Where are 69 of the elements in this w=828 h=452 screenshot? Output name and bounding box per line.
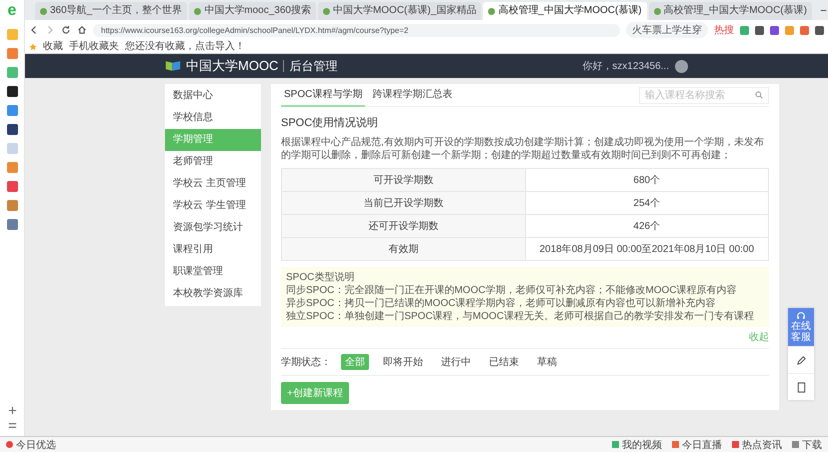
- address-field[interactable]: https://www.icourse163.org/collegeAdmin/schoolPanel/LYDX.htm#/agm/course?type=2: [93, 24, 620, 36]
- page-icon: [322, 8, 330, 14]
- sidebar-app-icon[interactable]: [6, 124, 18, 135]
- sidebar-item[interactable]: 学校云 学生管理: [165, 195, 261, 217]
- home-icon[interactable]: [77, 25, 87, 35]
- site-logo-text[interactable]: 中国大学MOOC: [186, 57, 278, 75]
- sidebar-item[interactable]: 学校信息: [165, 107, 261, 129]
- add-icon[interactable]: [8, 406, 16, 415]
- import-hint[interactable]: 您还没有收藏，点击导入！: [125, 40, 245, 52]
- status-link[interactable]: 热点资讯: [732, 438, 782, 452]
- sidebar-item[interactable]: 数据中心: [165, 85, 261, 107]
- table-cell-text: 2018年08月09日 00:00至2021年08月10日 00:00: [538, 243, 756, 257]
- user-greeting[interactable]: 你好，szx123456...: [582, 59, 669, 73]
- sidebar-item[interactable]: 学校云 主页管理: [165, 173, 261, 195]
- page-icon: [194, 8, 202, 14]
- bookmarks-link[interactable]: 收藏: [43, 40, 63, 52]
- browser-tab[interactable]: 高校管理_中国大学MOOC(慕课): [648, 2, 812, 20]
- table-cell: 还可开设学期数: [282, 215, 526, 237]
- table-cell-text: 426个: [632, 220, 662, 234]
- search-icon[interactable]: [755, 91, 763, 99]
- status-link[interactable]: 下载: [792, 438, 822, 452]
- notice-text: 独立SPOC：单独创建一门SPOC课程，与MOOC课程无关。老师可根据自己的教学安排发布一门专有课程: [286, 310, 755, 323]
- table-cell-text: 254个: [632, 197, 662, 211]
- status-link[interactable]: 我的视频: [612, 438, 662, 452]
- search-field[interactable]: 火车票上学生穿: [626, 22, 708, 38]
- admin-title: 后台管理: [289, 58, 338, 74]
- hot-search-link[interactable]: 热搜: [714, 23, 734, 37]
- status-link[interactable]: 今日直播: [672, 438, 722, 452]
- browser-tab[interactable]: 高校管理_中国大学MOOC(慕课): [483, 2, 647, 20]
- table-cell: 有效期: [282, 238, 526, 260]
- notice-text: 同步SPOC：完全跟随一门正在开课的MOOC学期，老师仅可补充内容；不能修改MOOC课程原有内容: [286, 284, 738, 297]
- page-icon: [40, 8, 47, 14]
- table-cell: 可开设学期数: [282, 169, 526, 191]
- daily-picks-link[interactable]: 今日优选: [6, 438, 56, 452]
- filter-option[interactable]: 已结束: [485, 354, 523, 370]
- mobile-bookmarks-link[interactable]: 手机收藏夹: [69, 40, 119, 52]
- menu-icon[interactable]: [8, 421, 16, 430]
- browser-tab[interactable]: 中国大学mooc_360搜索: [189, 2, 316, 20]
- filter-option[interactable]: 进行中: [437, 354, 475, 370]
- sidebar-item[interactable]: 职课堂管理: [165, 261, 261, 283]
- sidebar-item[interactable]: 资源包学习统计: [165, 217, 261, 239]
- sidebar-item[interactable]: 本校教学资源库: [165, 283, 261, 305]
- sidebar-item[interactable]: 老师管理: [165, 151, 261, 173]
- browser-tab[interactable]: 360导航_一个主页，整个世界: [35, 2, 188, 20]
- filter-label: 学期状态：: [281, 356, 331, 369]
- tablet-icon: [796, 382, 806, 392]
- notice-title: SPOC类型说明: [286, 271, 356, 284]
- online-service-button[interactable]: 在线客服: [788, 308, 814, 346]
- pencil-icon: [796, 354, 806, 366]
- page-icon: [654, 8, 661, 14]
- tab[interactable]: 跨课程学期汇总表: [369, 83, 456, 107]
- description-text: 根据课程中心产品规范,有效期内可开设的学期数按成功创建学期计算；创建成功即视为使用一个学期，未发布的学期可以删除，删除后可新创建一个新学期；创建的学期超过数量或有效期时间已到则不可再创建；: [281, 136, 765, 162]
- back-icon[interactable]: [29, 25, 39, 35]
- notice-text: 异步SPOC：拷贝一门已结课的MOOC课程学期内容，老师可以删减原有内容也可以新增补充内容: [286, 297, 716, 310]
- tab[interactable]: SPOC课程与学期: [281, 83, 366, 107]
- book-logo-icon[interactable]: [165, 60, 181, 72]
- sidebar-app-icon[interactable]: [6, 86, 18, 97]
- star-icon: [29, 42, 37, 50]
- sidebar-item[interactable]: 课程引用: [165, 239, 261, 261]
- table-cell: 当前已开设学期数: [282, 192, 526, 214]
- filter-option[interactable]: 即将开始: [379, 354, 427, 370]
- avatar[interactable]: [675, 60, 688, 72]
- table-cell-text: 680个: [632, 174, 662, 188]
- headset-icon: [796, 311, 806, 321]
- page-icon: [488, 8, 496, 14]
- browser-tab[interactable]: 中国大学MOOC(慕课)_国家精品: [318, 2, 482, 20]
- filter-option[interactable]: 草稿: [533, 354, 561, 370]
- section-title: SPOC使用情况说明: [281, 116, 380, 130]
- reload-icon[interactable]: [61, 25, 71, 35]
